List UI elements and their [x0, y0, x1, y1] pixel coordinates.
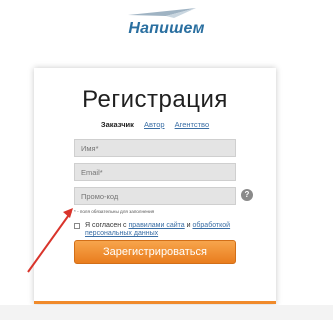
agreement-text: Я согласен с правилами сайта и обработко… [74, 222, 244, 238]
tab-customer[interactable]: Заказчик [101, 120, 134, 129]
account-type-tabs: Заказчик Автор Агентство [34, 120, 276, 129]
logo-text: Напишем [128, 20, 205, 37]
logo: Напишем [0, 0, 333, 50]
registration-panel: Регистрация Заказчик Автор Агентство ? *… [34, 68, 276, 304]
tab-author[interactable]: Автор [144, 120, 165, 129]
promo-code-field[interactable] [74, 187, 236, 205]
site-rules-link[interactable]: правилами сайта [129, 222, 185, 229]
agreement-checkbox[interactable] [74, 223, 80, 229]
footer-strip [0, 305, 333, 320]
help-icon[interactable]: ? [241, 189, 253, 201]
register-button[interactable]: Зарегистрироваться [74, 240, 236, 264]
agreement-prefix: Я согласен с [85, 222, 129, 229]
tab-agency[interactable]: Агентство [175, 120, 210, 129]
required-fields-note: * - поля обязательны для заполнения [74, 209, 155, 214]
page-title: Регистрация [82, 86, 228, 113]
agreement-and: и [184, 222, 193, 229]
email-field[interactable] [74, 163, 236, 181]
agreement-row: Я согласен с правилами сайта и обработко… [74, 222, 244, 238]
name-field[interactable] [74, 139, 236, 157]
paper-plane-icon [128, 8, 196, 18]
